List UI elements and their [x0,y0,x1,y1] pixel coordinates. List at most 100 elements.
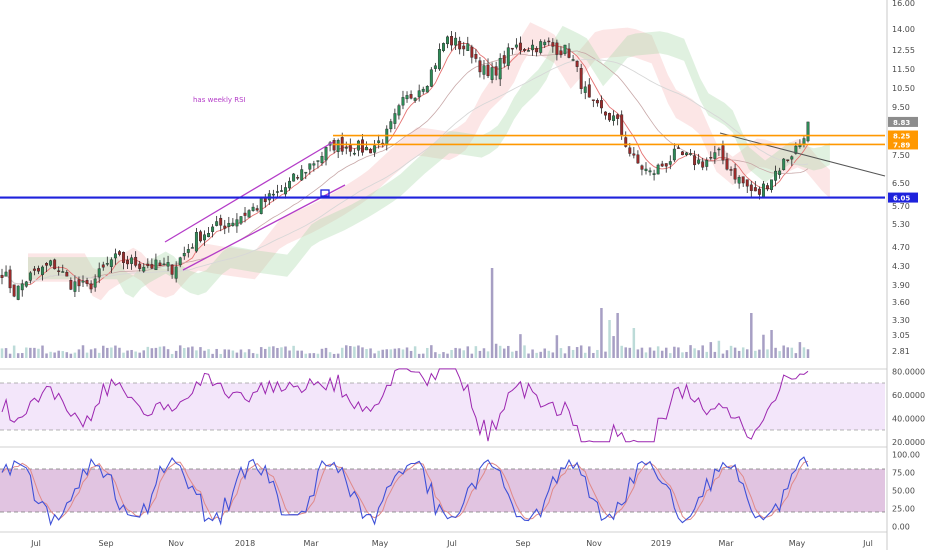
volume-bar [183,348,186,358]
volume-bar [466,346,470,358]
price-tick-label: 5.30 [892,220,910,229]
volume-bar [782,345,785,358]
annotation-text: has weekly RSI [193,96,246,104]
price-chart[interactable]: has weekly RSI 16.00 14.00 12.55 11.50 10.50… [0,0,932,550]
candle-body [490,67,494,80]
price-tick-label: 6.50 [892,179,910,188]
candle-body [20,283,24,291]
volume-bar [389,349,393,358]
candle-body [689,153,692,155]
candle-body [365,146,368,151]
candle-body [308,163,312,170]
volume-bar [786,347,789,358]
volume-bar [758,349,761,358]
volume-bar [430,345,433,358]
volume-bar [442,352,445,358]
candle-body [105,263,109,265]
candle-body [243,212,247,216]
price-pane[interactable] [0,0,887,360]
volume-bar [45,353,48,358]
volume-bar [154,347,158,358]
candle-body [551,42,555,47]
time-tick-label: 2018 [235,539,255,548]
volume-bar [292,345,295,358]
volume-bar [693,348,696,358]
candle-body [433,65,437,69]
candle-body [616,114,620,119]
candle-body [361,139,364,153]
candle-body [126,260,130,265]
volume-bar [632,328,636,358]
candle-body [757,188,761,195]
volume-bar [312,353,316,358]
volume-bar [588,346,591,358]
candle-body [211,226,215,232]
price-tag-label: 6.05 [893,195,910,203]
volume-bar [264,348,267,358]
candle-body [745,179,749,187]
volume-bar [547,350,551,358]
candle-body [749,184,753,191]
candle-body [672,148,676,161]
price-tick-label: 14.00 [892,25,915,34]
candle-body [608,113,611,121]
candle-body [660,163,664,167]
volume-bar [697,350,700,358]
candle-body [134,256,138,266]
stoch-band [0,469,885,512]
candle-body [24,281,28,287]
candle-body [352,152,356,155]
volume-bar [567,346,571,358]
candle-body [73,281,77,292]
time-tick-label: 2019 [651,539,671,548]
candle-body [579,68,583,89]
volume-bar [600,308,603,358]
candle-body [713,152,717,159]
volume-bar [93,348,97,358]
volume-bar [162,346,166,358]
candle-body [583,86,587,93]
time-axis: Jul Sep Nov 2018 Mar May Jul Sep Nov 2019 Mar May Ju… [30,539,873,548]
volume-bar [539,351,542,358]
candle-body [231,222,235,226]
candle-body [470,46,474,58]
volume-bar [454,347,457,358]
candle-body [571,59,575,61]
volume-bar [559,348,563,358]
candle-body [599,100,603,109]
candle-body [474,54,478,59]
candle-body [85,280,89,284]
volume-bar [515,350,518,358]
volume-bar [628,347,632,358]
volume-bar [774,347,777,358]
volume-bar [118,347,121,358]
candle-body [697,159,701,164]
candle-body [668,161,672,165]
candle-body [644,168,648,171]
candle-body [61,271,65,273]
volume-bar [426,347,429,358]
candle-body [502,55,506,64]
volume-bar [806,349,810,358]
volume-bar [345,345,348,358]
volume-bar [170,353,174,358]
candle-body [69,280,73,290]
stoch-tick-label: 0.00 [892,522,910,531]
candle-body [604,111,607,116]
candle-body [0,274,4,278]
volume-bar [37,348,40,358]
volume-bar [150,348,154,358]
volume-bar [766,349,769,358]
volume-bar [102,345,105,358]
volume-bar [729,345,733,358]
price-tick-label: 10.50 [892,84,915,93]
volume-bar [377,350,380,358]
time-tick-label: May [372,539,389,548]
candle-body [16,285,20,300]
candle-body [304,171,308,174]
volume-bar [134,351,137,358]
volume-bar [239,349,243,358]
candle-body [373,145,377,153]
time-tick-label: Jul [30,539,41,548]
candle-body [761,183,765,199]
